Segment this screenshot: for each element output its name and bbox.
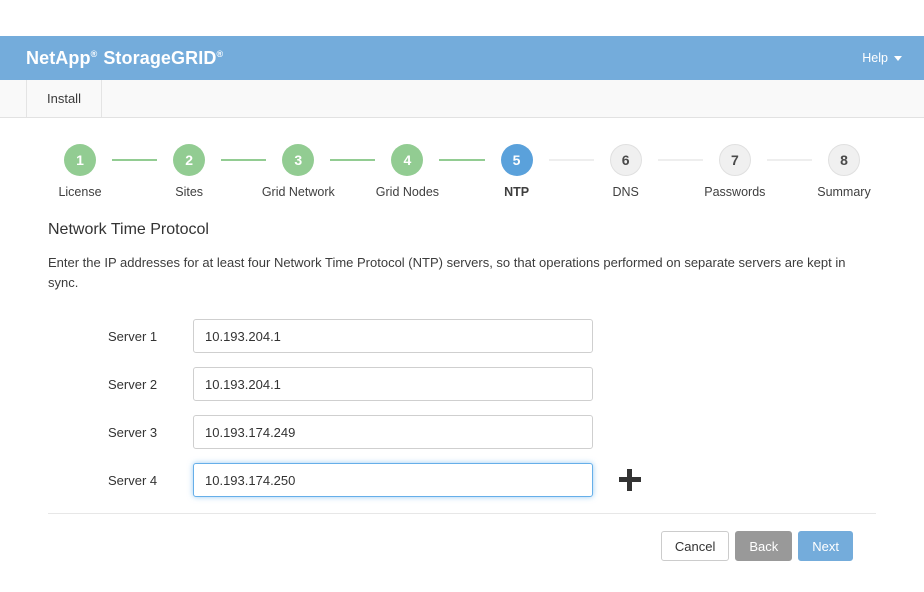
step-sites[interactable]: 2 Sites <box>157 144 221 199</box>
server-1-input[interactable] <box>193 319 593 353</box>
form-row-server-3: Server 3 <box>48 415 876 449</box>
server-3-input[interactable] <box>193 415 593 449</box>
server-3-label: Server 3 <box>108 425 193 440</box>
step-dns-label: DNS <box>613 185 639 199</box>
server-1-label: Server 1 <box>108 329 193 344</box>
step-passwords[interactable]: 7 Passwords <box>703 144 767 199</box>
application-window: NetApp®StorageGRID® Help Install 1 Licen… <box>0 36 924 592</box>
step-sites-number: 2 <box>173 144 205 176</box>
app-header: NetApp®StorageGRID® Help <box>0 36 924 80</box>
wizard-footer: Cancel Back Next <box>0 514 924 561</box>
step-ntp-number: 5 <box>501 144 533 176</box>
back-button[interactable]: Back <box>735 531 792 561</box>
plus-icon[interactable] <box>619 469 641 491</box>
step-grid-network[interactable]: 3 Grid Network <box>266 144 330 199</box>
step-grid-network-label: Grid Network <box>262 185 335 199</box>
tab-install[interactable]: Install <box>26 80 102 117</box>
brand-product: StorageGRID <box>103 48 216 68</box>
step-ntp[interactable]: 5 NTP <box>485 144 549 199</box>
form-row-server-1: Server 1 <box>48 319 876 353</box>
step-summary-label: Summary <box>817 185 870 199</box>
step-grid-nodes-label: Grid Nodes <box>376 185 439 199</box>
step-grid-nodes-number: 4 <box>391 144 423 176</box>
brand-registered-mark-2: ® <box>216 49 223 59</box>
brand-registered-mark-1: ® <box>91 49 98 59</box>
server-4-input[interactable] <box>193 463 593 497</box>
step-grid-nodes[interactable]: 4 Grid Nodes <box>375 144 439 199</box>
tab-bar: Install <box>0 80 924 118</box>
step-connector-3 <box>330 159 375 161</box>
chevron-down-icon <box>894 56 902 61</box>
step-connector-6 <box>658 159 703 161</box>
step-connector-1 <box>112 159 157 161</box>
step-sites-label: Sites <box>175 185 203 199</box>
step-connector-2 <box>221 159 266 161</box>
step-connector-4 <box>439 159 484 161</box>
help-menu-label: Help <box>862 51 888 65</box>
form-row-server-4: Server 4 <box>48 463 876 497</box>
step-grid-network-number: 3 <box>282 144 314 176</box>
brand-name: NetApp <box>26 48 91 68</box>
step-license-label: License <box>58 185 101 199</box>
tab-install-label: Install <box>47 91 81 106</box>
product-logo: NetApp®StorageGRID® <box>26 48 223 69</box>
step-dns[interactable]: 6 DNS <box>594 144 658 199</box>
step-license-number: 1 <box>64 144 96 176</box>
cancel-button[interactable]: Cancel <box>661 531 729 561</box>
step-connector-7 <box>767 159 812 161</box>
install-wizard-stepper: 1 License 2 Sites 3 Grid Network 4 Grid … <box>0 118 924 199</box>
page-title: Network Time Protocol <box>48 221 876 239</box>
step-dns-number: 6 <box>610 144 642 176</box>
step-summary[interactable]: 8 Summary <box>812 144 876 199</box>
server-2-label: Server 2 <box>108 377 193 392</box>
step-passwords-label: Passwords <box>704 185 765 199</box>
server-2-input[interactable] <box>193 367 593 401</box>
step-ntp-label: NTP <box>504 185 529 199</box>
step-connector-5 <box>549 159 594 161</box>
form-row-server-2: Server 2 <box>48 367 876 401</box>
main-content: Network Time Protocol Enter the IP addre… <box>0 221 924 497</box>
step-passwords-number: 7 <box>719 144 751 176</box>
server-4-label: Server 4 <box>108 473 193 488</box>
help-menu-button[interactable]: Help <box>862 51 902 65</box>
step-summary-number: 8 <box>828 144 860 176</box>
page-description: Enter the IP addresses for at least four… <box>48 253 876 293</box>
step-license[interactable]: 1 License <box>48 144 112 199</box>
next-button[interactable]: Next <box>798 531 853 561</box>
ntp-server-form: Server 1 Server 2 Server 3 Server 4 <box>48 319 876 497</box>
